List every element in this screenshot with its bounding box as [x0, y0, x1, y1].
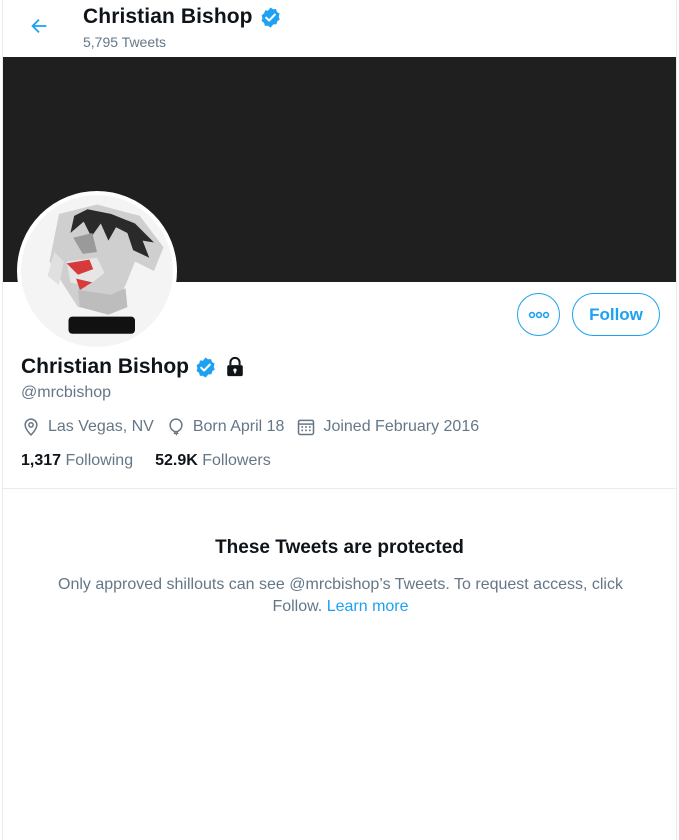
balloon-icon	[169, 418, 183, 436]
following-count: 1,317	[21, 452, 62, 469]
followers-label: Followers	[202, 452, 271, 469]
learn-more-link[interactable]: Learn more	[327, 598, 409, 615]
tweet-count: 5,795 Tweets	[83, 34, 167, 50]
avatar[interactable]	[17, 191, 177, 351]
profile-page: Christian Bishop 5,795 Tweets Follow Chr…	[2, 0, 677, 840]
more-icon	[528, 311, 549, 318]
followers-count: 52.9K	[155, 452, 198, 469]
back-button[interactable]	[21, 8, 57, 44]
location: Las Vegas, NV	[21, 417, 154, 437]
location-icon	[24, 418, 38, 436]
top-bar: Christian Bishop 5,795 Tweets	[3, 0, 676, 57]
profile-meta: Las Vegas, NV Born April 18 Joined Febru…	[21, 417, 491, 437]
verified-badge-icon	[261, 6, 280, 28]
lock-icon	[227, 356, 243, 377]
join-date: Joined February 2016	[296, 417, 479, 437]
protected-title: These Tweets are protected	[215, 537, 464, 558]
profile-handle: @mrcbishop	[21, 384, 112, 401]
back-arrow-icon	[31, 18, 47, 34]
avatar-image	[21, 195, 173, 347]
more-options-button[interactable]	[517, 293, 560, 336]
protected-message-block: Only approved shillouts can see @mrcbish…	[33, 574, 648, 618]
profile-name: Christian Bishop	[21, 355, 190, 378]
birthday: Born April 18	[166, 417, 285, 437]
birthday-text: Born April 18	[192, 418, 285, 435]
profile-stats: 1,317 Following 52.9K Followers	[21, 452, 293, 470]
follow-button[interactable]: Follow	[572, 293, 660, 336]
following-link[interactable]: 1,317 Following	[21, 452, 133, 470]
divider	[3, 488, 676, 489]
profile-name-row: Christian Bishop	[21, 355, 246, 379]
header-title-row: Christian Bishop	[83, 5, 282, 29]
followers-link[interactable]: 52.9K Followers	[155, 452, 271, 470]
location-text: Las Vegas, NV	[48, 418, 154, 435]
header-name: Christian Bishop	[83, 5, 253, 28]
calendar-icon	[298, 419, 315, 436]
join-date-text: Joined February 2016	[323, 418, 480, 435]
verified-badge-icon	[196, 356, 215, 378]
following-label: Following	[65, 452, 134, 469]
